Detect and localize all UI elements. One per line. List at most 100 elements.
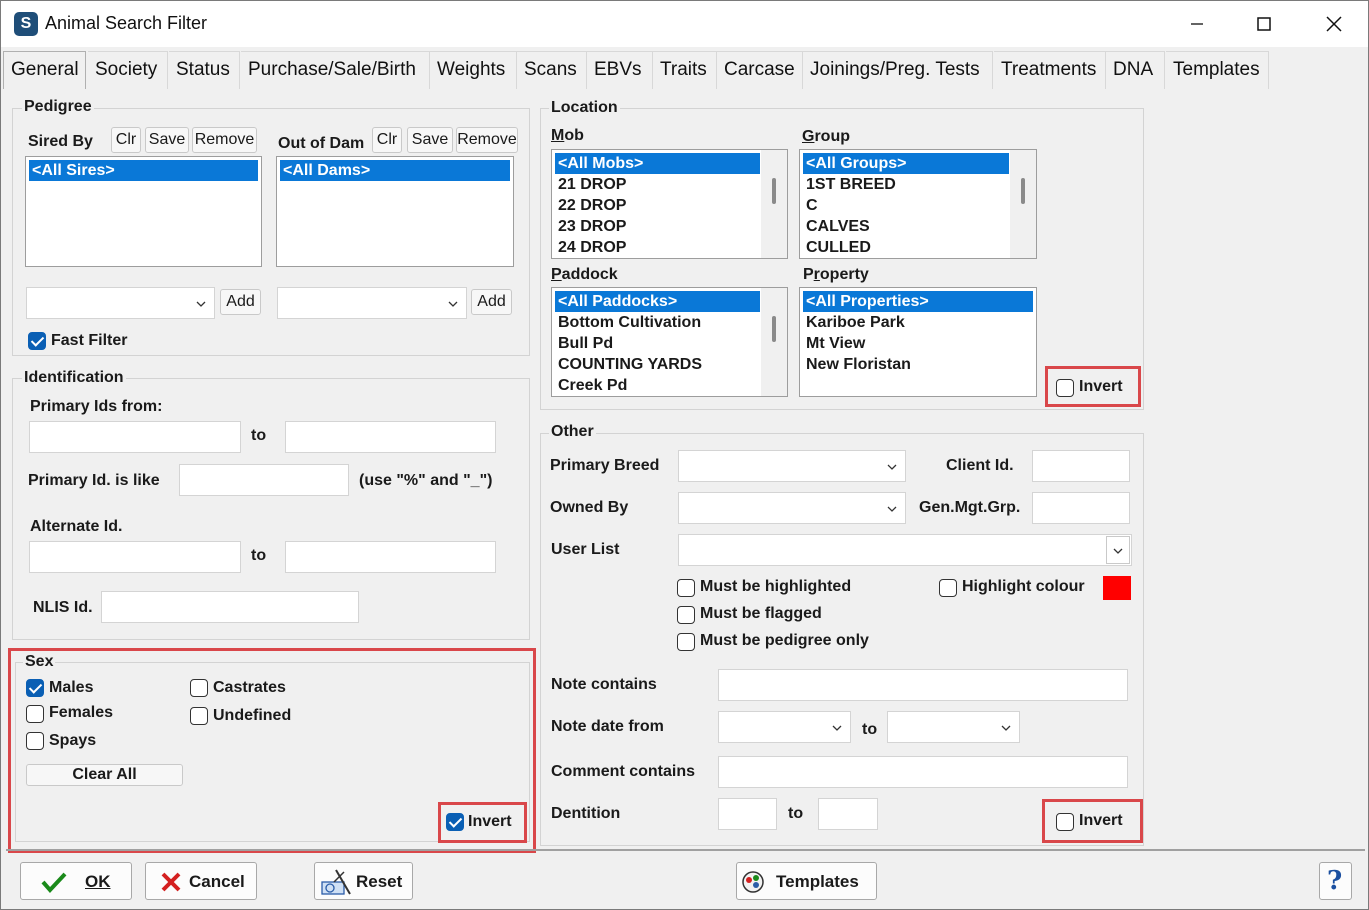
templates-button[interactable]: Templates bbox=[736, 862, 877, 900]
list-item[interactable]: CULLED bbox=[803, 237, 871, 258]
mob-list[interactable]: <All Mobs> 21 DROP 22 DROP 23 DROP 24 DR… bbox=[551, 149, 788, 259]
group-list[interactable]: <All Groups> 1ST BREED C CALVES CULLED bbox=[799, 149, 1037, 259]
location-invert-label: Invert bbox=[1079, 378, 1123, 395]
list-item[interactable]: New Floristan bbox=[803, 354, 911, 375]
tab-society[interactable]: Society bbox=[88, 51, 168, 89]
list-item[interactable]: Bull Pd bbox=[555, 333, 613, 354]
comment-contains-input[interactable] bbox=[718, 756, 1128, 788]
property-list[interactable]: <All Properties> Kariboe Park Mt View Ne… bbox=[799, 287, 1037, 397]
chevron-down-icon[interactable] bbox=[1106, 536, 1130, 564]
paddock-scrollbar[interactable] bbox=[761, 288, 787, 396]
tab-scans[interactable]: Scans bbox=[517, 51, 587, 89]
sires-remove-button[interactable]: Remove bbox=[192, 127, 257, 153]
dentition-to-input[interactable] bbox=[818, 798, 878, 830]
sex-invert-checkbox[interactable] bbox=[446, 813, 464, 831]
tab-templates[interactable]: Templates bbox=[1166, 51, 1269, 89]
tab-dna[interactable]: DNA bbox=[1106, 51, 1165, 89]
tab-purchase-sale-birth[interactable]: Purchase/Sale/Birth bbox=[241, 51, 430, 89]
list-item[interactable]: <All Dams> bbox=[280, 160, 510, 181]
sires-clear-button[interactable]: Clr bbox=[111, 127, 141, 153]
highlight-colour-swatch[interactable] bbox=[1103, 576, 1131, 600]
list-item[interactable]: Bottom Cultivation bbox=[555, 312, 701, 333]
list-item[interactable]: 1ST BREED bbox=[803, 174, 896, 195]
list-item[interactable]: C bbox=[803, 195, 818, 216]
cancel-button[interactable]: Cancel bbox=[145, 862, 257, 900]
sire-add-button[interactable]: Add bbox=[220, 289, 261, 315]
sires-save-button[interactable]: Save bbox=[145, 127, 189, 153]
dentition-label: Dentition bbox=[551, 805, 621, 822]
primary-id-from-input[interactable] bbox=[29, 421, 241, 453]
females-checkbox[interactable] bbox=[26, 705, 44, 723]
list-item[interactable]: <All Paddocks> bbox=[555, 291, 760, 312]
tab-ebvs[interactable]: EBVs bbox=[587, 51, 653, 89]
list-item[interactable]: <All Mobs> bbox=[555, 153, 760, 174]
tab-joinings-preg-tests[interactable]: Joinings/Preg. Tests bbox=[803, 51, 993, 89]
must-be-pedigree-only-checkbox[interactable] bbox=[677, 633, 695, 651]
dams-list[interactable]: <All Dams> bbox=[276, 156, 514, 267]
maximize-icon[interactable] bbox=[1240, 7, 1288, 41]
list-item[interactable]: 22 DROP bbox=[555, 195, 626, 216]
list-item[interactable]: Mt View bbox=[803, 333, 865, 354]
tab-weights[interactable]: Weights bbox=[430, 51, 517, 89]
close-icon[interactable] bbox=[1310, 7, 1358, 41]
alternate-id-from-input[interactable] bbox=[29, 541, 241, 573]
out-of-dam-label: Out of Dam bbox=[278, 135, 365, 152]
tab-carcase[interactable]: Carcase bbox=[717, 51, 803, 89]
list-item[interactable]: Kariboe Park bbox=[803, 312, 905, 333]
dam-select[interactable] bbox=[277, 287, 467, 319]
tab-treatments[interactable]: Treatments bbox=[994, 51, 1106, 89]
primary-id-like-label: Primary Id. is like bbox=[28, 472, 160, 489]
castrates-checkbox[interactable] bbox=[190, 679, 208, 697]
alternate-id-to-input[interactable] bbox=[285, 541, 496, 573]
undefined-checkbox[interactable] bbox=[190, 707, 208, 725]
tab-general[interactable]: General bbox=[3, 51, 86, 89]
location-invert-checkbox[interactable] bbox=[1056, 379, 1074, 397]
mob-label: Mob bbox=[551, 127, 584, 144]
list-item[interactable]: 24 DROP bbox=[555, 237, 626, 258]
reset-button[interactable]: Reset bbox=[314, 862, 413, 900]
list-item[interactable]: <All Sires> bbox=[29, 160, 258, 181]
owned-by-select[interactable] bbox=[678, 492, 906, 524]
dams-save-button[interactable]: Save bbox=[407, 127, 453, 153]
client-id-input[interactable] bbox=[1032, 450, 1130, 482]
spays-checkbox[interactable] bbox=[26, 732, 44, 750]
gen-mgt-grp-input[interactable] bbox=[1032, 492, 1130, 524]
dams-clear-button[interactable]: Clr bbox=[372, 127, 402, 153]
other-invert-checkbox[interactable] bbox=[1056, 813, 1074, 831]
must-be-highlighted-checkbox[interactable] bbox=[677, 579, 695, 597]
list-item[interactable]: COUNTING YARDS bbox=[555, 354, 702, 375]
dentition-from-input[interactable] bbox=[718, 798, 777, 830]
minimize-icon[interactable] bbox=[1173, 7, 1221, 41]
list-item[interactable]: <All Groups> bbox=[803, 153, 1009, 174]
nlis-id-input[interactable] bbox=[101, 591, 359, 623]
user-list-select[interactable] bbox=[678, 534, 1132, 566]
list-item[interactable]: <All Properties> bbox=[803, 291, 1033, 312]
highlight-colour-checkbox[interactable] bbox=[939, 579, 957, 597]
mob-scrollbar[interactable] bbox=[761, 150, 787, 258]
list-item[interactable]: 23 DROP bbox=[555, 216, 626, 237]
primary-breed-select[interactable] bbox=[678, 450, 906, 482]
note-contains-input[interactable] bbox=[718, 669, 1128, 701]
primary-id-to-input[interactable] bbox=[285, 421, 496, 453]
to-label: to bbox=[788, 805, 804, 822]
fast-filter-checkbox[interactable] bbox=[28, 332, 46, 350]
sires-list[interactable]: <All Sires> bbox=[25, 156, 262, 267]
dam-add-button[interactable]: Add bbox=[471, 289, 512, 315]
males-checkbox[interactable] bbox=[26, 679, 44, 697]
clear-all-button[interactable]: Clear All bbox=[26, 764, 183, 786]
group-scrollbar[interactable] bbox=[1010, 150, 1036, 258]
note-date-from-select[interactable] bbox=[718, 711, 851, 743]
note-date-to-select[interactable] bbox=[887, 711, 1020, 743]
tab-traits[interactable]: Traits bbox=[653, 51, 717, 89]
must-be-flagged-checkbox[interactable] bbox=[677, 606, 695, 624]
sire-select[interactable] bbox=[26, 287, 215, 319]
primary-id-like-input[interactable] bbox=[179, 464, 349, 496]
tab-status[interactable]: Status bbox=[169, 51, 240, 89]
list-item[interactable]: Creek Pd bbox=[555, 375, 627, 396]
dams-remove-button[interactable]: Remove bbox=[456, 127, 518, 153]
help-button[interactable]: ? bbox=[1319, 862, 1352, 900]
ok-button[interactable]: OK bbox=[20, 862, 132, 900]
paddock-list[interactable]: <All Paddocks> Bottom Cultivation Bull P… bbox=[551, 287, 788, 397]
list-item[interactable]: 21 DROP bbox=[555, 174, 626, 195]
list-item[interactable]: CALVES bbox=[803, 216, 870, 237]
